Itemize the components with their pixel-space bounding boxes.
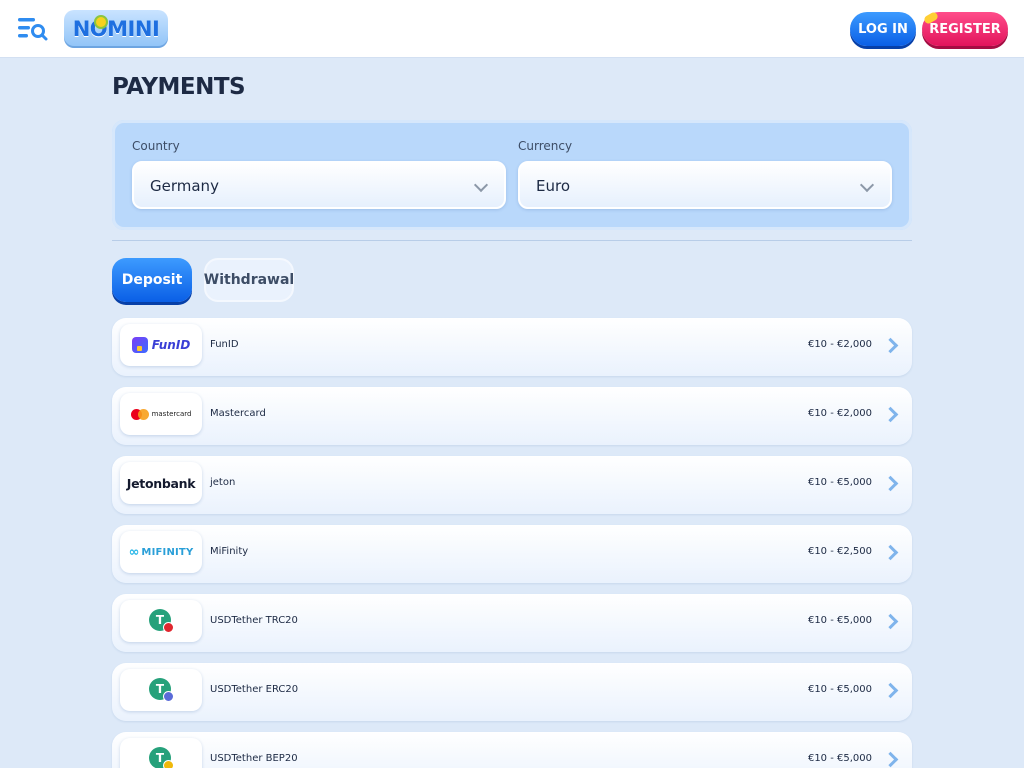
payment-row-usdt-bep20[interactable]: T USDTether BEP20 €10 - €5,000 [112,732,912,768]
login-button[interactable]: LOG IN [850,12,916,46]
chevron-right-icon [882,475,899,492]
payment-limits: €10 - €5,000 [807,753,872,764]
payment-limits: €10 - €5,000 [807,684,872,695]
tab-withdrawal[interactable]: Withdrawal [204,258,294,302]
filter-panel: Country Germany Currency Euro [112,120,912,230]
payment-row-usdt-erc20[interactable]: T USDTether ERC20 €10 - €5,000 [112,663,912,721]
country-select[interactable]: Germany [132,161,506,209]
logo-text: NOMINI [72,17,160,41]
tether-logo: T [120,738,202,768]
currency-value: Euro [536,177,570,195]
chevron-right-icon [882,544,899,561]
country-value: Germany [150,177,219,195]
payment-name: USDTether BEP20 [210,753,298,764]
tether-logo: T [120,669,202,711]
country-label: Country [132,139,180,153]
tether-logo: T [120,600,202,642]
currency-label: Currency [518,139,573,153]
top-header: NOMINI LOG IN REGISTER [0,0,1024,58]
chevron-right-icon [882,682,899,699]
payment-row-mastercard[interactable]: mastercard Mastercard €10 - €2,000 [112,387,912,445]
payment-limits: €10 - €5,000 [807,477,872,488]
lemon-icon [94,15,108,29]
tab-deposit[interactable]: Deposit [112,258,192,302]
payment-name: USDTether TRC20 [210,615,298,626]
payment-row-jeton[interactable]: Jetonbank jeton €10 - €5,000 [112,456,912,514]
menu-search-icon[interactable] [16,14,50,44]
funid-logo-text: FunID [151,338,191,352]
mastercard-icon [130,408,149,420]
payment-row-mifinity[interactable]: ∞ MIFINITY MiFinity €10 - €2,500 [112,525,912,583]
funid-logo: FunID [120,324,202,366]
jetonbank-logo: Jetonbank [120,462,202,504]
payment-limits: €10 - €2,500 [807,546,872,557]
mifinity-logo-text: MIFINITY [141,546,194,558]
payment-name: FunID [210,339,239,350]
page-title: PAYMENTS [112,74,246,100]
payment-limits: €10 - €5,000 [807,615,872,626]
divider [112,240,912,241]
mifinity-logo: ∞ MIFINITY [120,531,202,573]
chevron-right-icon [882,406,899,423]
payment-name: MiFinity [210,546,249,557]
payment-limits: €10 - €2,000 [807,339,872,350]
currency-select[interactable]: Euro [518,161,892,209]
payment-name: Mastercard [210,408,266,419]
tron-network-icon [163,622,174,633]
mastercard-logo: mastercard [120,393,202,435]
chevron-right-icon [882,337,899,354]
register-button[interactable]: REGISTER [922,11,1008,46]
chevron-down-icon [473,177,489,193]
jetonbank-logo-text: Jetonbank [126,475,196,491]
payment-name: USDTether ERC20 [210,684,299,695]
funid-icon [131,337,148,353]
ethereum-network-icon [163,691,174,702]
infinity-icon: ∞ [128,544,140,560]
payment-name: jeton [210,477,236,488]
mastercard-logo-text: mastercard [151,410,192,418]
chevron-down-icon [859,177,875,193]
site-logo[interactable]: NOMINI [64,10,168,48]
bnb-network-icon [163,760,174,768]
payment-limits: €10 - €2,000 [807,408,872,419]
chevron-right-icon [882,613,899,630]
chevron-right-icon [882,751,899,768]
payment-row-funid[interactable]: FunID FunID €10 - €2,000 [112,318,912,376]
payment-row-usdt-trc20[interactable]: T USDTether TRC20 €10 - €5,000 [112,594,912,652]
register-label: REGISTER [929,21,1001,37]
